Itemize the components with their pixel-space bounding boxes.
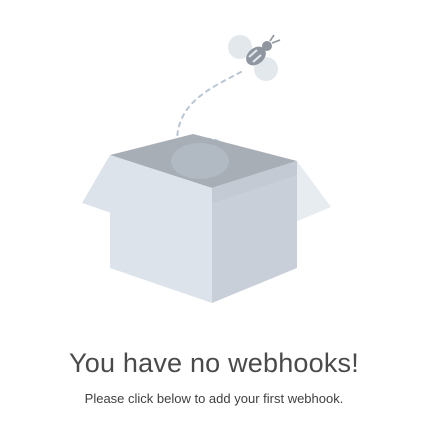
empty-box-with-bee-icon: [82, 34, 331, 303]
box-front-left-face: [110, 188, 212, 303]
bee-icon: [228, 34, 281, 81]
empty-state: You have no webhooks! Please click below…: [0, 0, 428, 425]
box-inner-shadow: [171, 143, 229, 179]
empty-state-message: Please click below to add your first web…: [84, 391, 344, 406]
empty-state-title: You have no webhooks!: [69, 348, 359, 378]
